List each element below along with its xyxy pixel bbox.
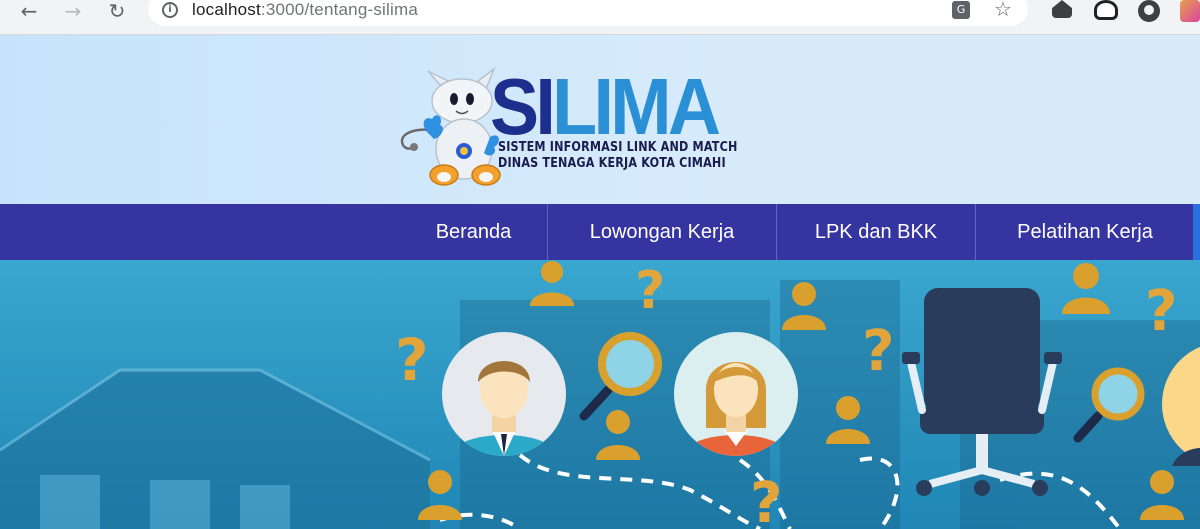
site-logo[interactable]: SILIMA SISTEM INFORMASI LINK AND MATCH D…	[398, 67, 743, 192]
site-header: SILIMA SISTEM INFORMASI LINK AND MATCH D…	[0, 35, 1200, 204]
brand-tagline-2: DINAS TENAGA KERJA KOTA CIMAHI	[498, 156, 726, 171]
main-nav: Beranda Lowongan Kerja LPK dan BKK Pelat…	[0, 204, 1200, 260]
address-bar[interactable]: i localhost:3000/tentang-silima G ☆	[148, 0, 1028, 26]
extension-icon[interactable]	[1180, 0, 1200, 22]
nav-item-pelatihan-kerja[interactable]: Pelatihan Kerja	[976, 204, 1194, 260]
brand-lima: LIMA	[552, 62, 721, 151]
brand-wordmark: SILIMA	[490, 67, 721, 147]
back-arrow-icon[interactable]: ←	[16, 0, 42, 23]
info-icon[interactable]: i	[162, 2, 178, 18]
question-mark-icon: ?	[395, 326, 429, 394]
url-path: :3000/tentang-silima	[260, 0, 418, 19]
url-host: localhost	[192, 0, 261, 19]
male-avatar	[442, 332, 566, 456]
nav-accent	[1193, 204, 1200, 260]
url-text[interactable]: localhost:3000/tentang-silima	[192, 0, 418, 20]
browser-toolbar: ← → ↻ i localhost:3000/tentang-silima G …	[0, 0, 1200, 35]
nav-item-lpk-dan-bkk[interactable]: LPK dan BKK	[777, 204, 975, 260]
nav-item-beranda[interactable]: Beranda	[400, 204, 547, 260]
hero-illustration: ? ? ? ? ?	[0, 260, 1200, 529]
brand-tagline-1: SISTEM INFORMASI LINK AND MATCH	[498, 140, 738, 155]
translate-icon[interactable]: G	[952, 1, 970, 19]
nav-item-lowongan-kerja[interactable]: Lowongan Kerja	[548, 204, 776, 260]
reload-icon[interactable]: ↻	[104, 0, 130, 23]
extension-icon[interactable]	[1052, 0, 1072, 18]
forward-arrow-icon[interactable]: →	[60, 0, 86, 23]
question-mark-icon: ?	[635, 261, 665, 321]
star-icon[interactable]: ☆	[994, 0, 1012, 21]
question-mark-icon: ?	[862, 319, 894, 384]
female-avatar	[674, 332, 798, 456]
extension-icon[interactable]	[1138, 0, 1160, 22]
hero-banner: ? ? ? ? ?	[0, 260, 1200, 529]
brand-si: SI	[490, 62, 556, 151]
question-mark-icon: ?	[750, 471, 782, 529]
question-mark-icon: ?	[1145, 279, 1177, 344]
extension-icon[interactable]	[1094, 0, 1118, 20]
